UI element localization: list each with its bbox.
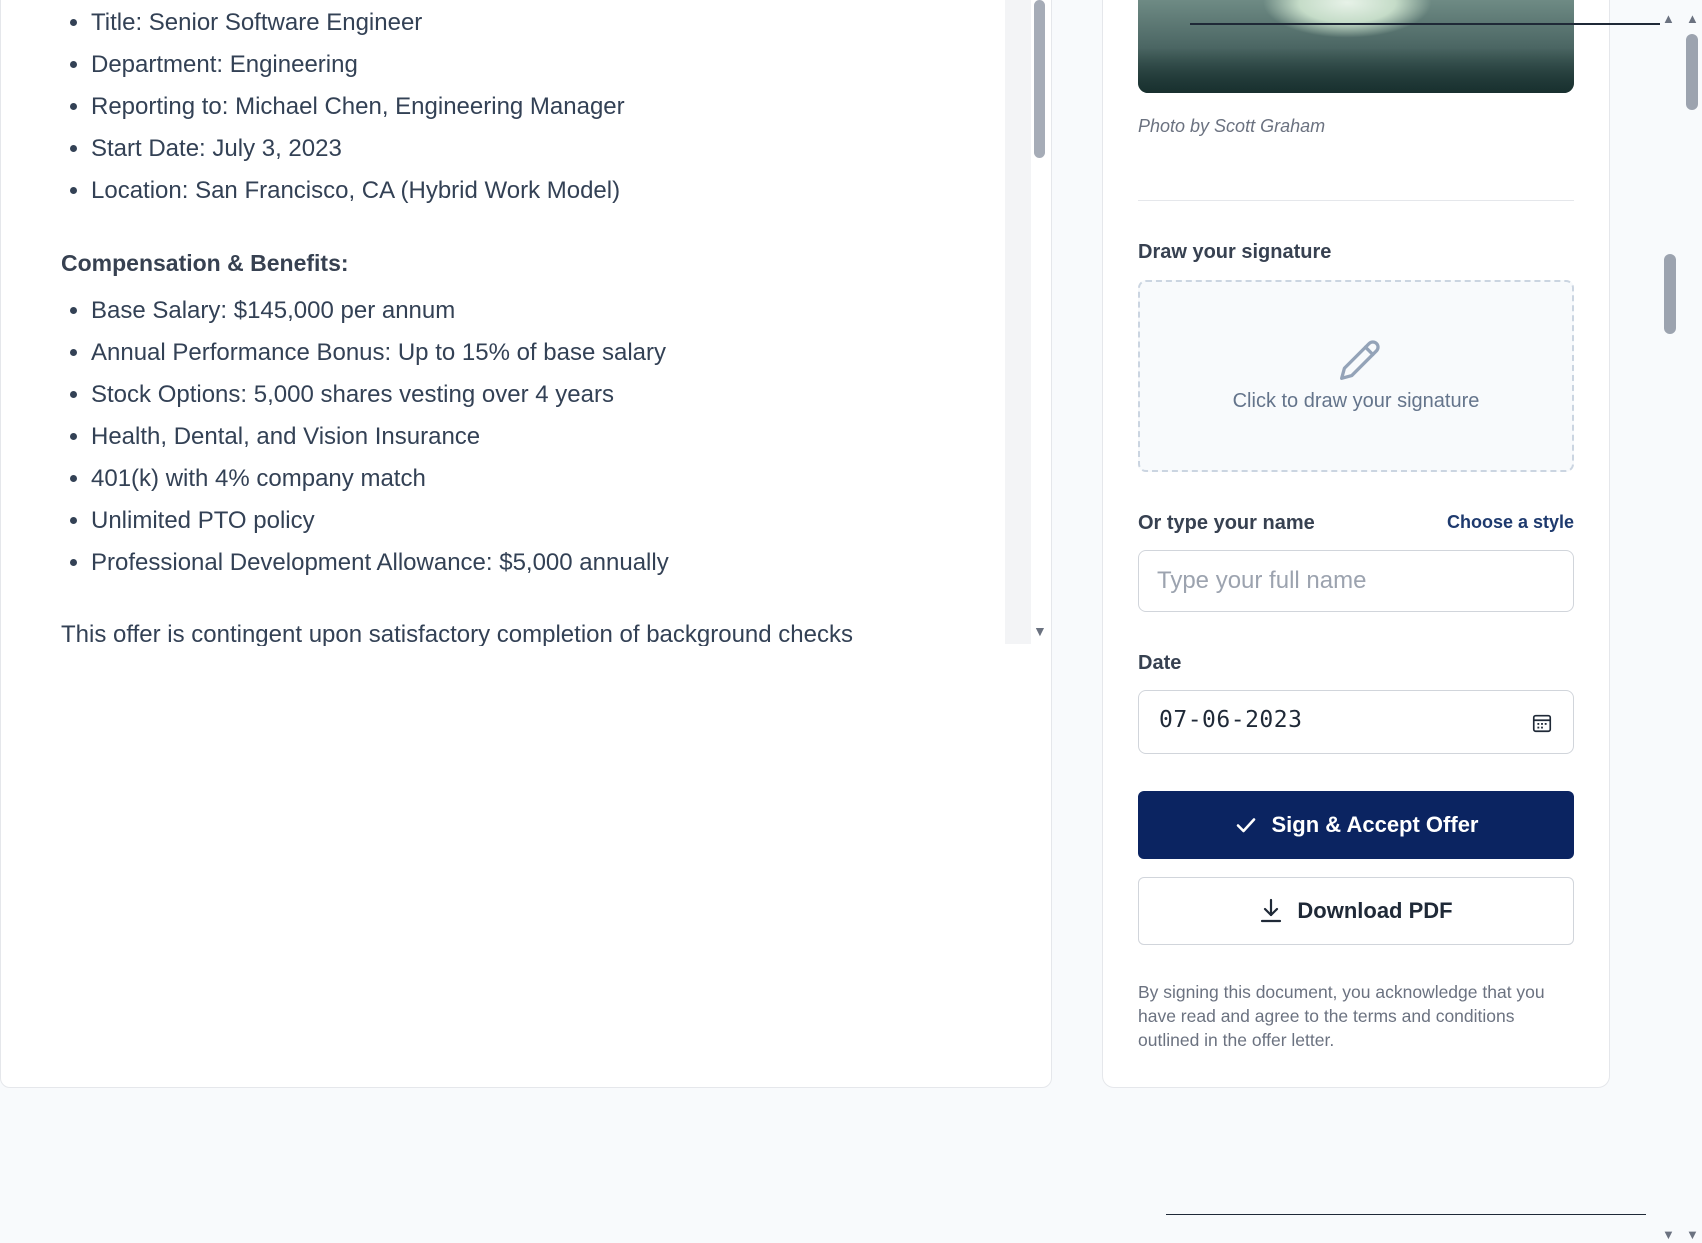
page-scroll-down-icon[interactable]: ▼ — [1686, 1228, 1699, 1241]
photo-credit: Photo by Scott Graham — [1138, 116, 1326, 136]
panel-scroll-down-icon[interactable]: ▼ — [1662, 1228, 1675, 1241]
page-scroll-up-icon[interactable]: ▲ — [1686, 12, 1699, 25]
date-label: Date — [1138, 652, 1182, 674]
position-item: Location: San Francisco, CA (Hybrid Work… — [91, 170, 981, 212]
draw-signature-label: Draw your signature — [1138, 241, 1332, 263]
top-rule — [1190, 23, 1660, 25]
compensation-item: Annual Performance Bonus: Up to 15% of b… — [91, 332, 981, 374]
type-name-label: Or type your name — [1138, 512, 1315, 534]
position-item: Department: Engineering — [91, 44, 981, 86]
compensation-list: Base Salary: $145,000 per annum Annual P… — [61, 290, 981, 584]
date-value: 07-06-2023 — [1159, 707, 1303, 733]
signature-pad[interactable]: Click to draw your signature — [1138, 280, 1574, 472]
offer-letter-viewer[interactable]: Title: Senior Software Engineer Departme… — [12, 0, 1018, 646]
compensation-item: Health, Dental, and Vision Insurance — [91, 416, 981, 458]
position-item: Reporting to: Michael Chen, Engineering … — [91, 86, 981, 128]
choose-style-link[interactable]: Choose a style — [1447, 512, 1574, 533]
position-item: Start Date: July 3, 2023 — [91, 128, 981, 170]
legal-acknowledgement: By signing this document, you acknowledg… — [1138, 982, 1545, 1050]
download-icon — [1261, 898, 1282, 923]
compensation-heading: Compensation & Benefits: — [61, 250, 349, 276]
position-item: Title: Senior Software Engineer — [91, 2, 981, 44]
photo-shade — [1138, 48, 1574, 93]
sign-accept-button[interactable]: Sign & Accept Offer — [1138, 791, 1574, 859]
signature-pad-prompt: Click to draw your signature — [1232, 390, 1480, 412]
sign-accept-label: Sign & Accept Offer — [1271, 812, 1479, 837]
panel-scroll-up-icon[interactable]: ▲ — [1662, 12, 1675, 25]
calendar-icon[interactable] — [1531, 712, 1553, 734]
date-field[interactable]: 07-06-2023 — [1138, 690, 1574, 754]
document-scrollbar-thumb[interactable] — [1034, 0, 1045, 158]
document-scroll-track[interactable] — [1005, 0, 1031, 644]
panel-scrollbar-thumb[interactable] — [1664, 254, 1676, 334]
download-pdf-button[interactable]: Download PDF — [1138, 877, 1574, 945]
compensation-item: Unlimited PTO policy — [91, 500, 981, 542]
compensation-item: Professional Development Allowance: $5,0… — [91, 542, 981, 584]
pencil-icon — [1340, 340, 1380, 380]
full-name-input[interactable] — [1138, 550, 1574, 612]
download-pdf-label: Download PDF — [1297, 898, 1453, 923]
panel-divider — [1138, 200, 1574, 201]
offer-letter-content: Title: Senior Software Engineer Departme… — [61, 2, 981, 646]
compensation-item: Base Salary: $145,000 per annum — [91, 290, 981, 332]
document-scroll-down-icon[interactable]: ▼ — [1033, 624, 1047, 638]
contingency-paragraph: This offer is contingent upon satisfacto… — [61, 621, 853, 646]
check-icon — [1236, 818, 1255, 833]
compensation-item: 401(k) with 4% company match — [91, 458, 981, 500]
compensation-item: Stock Options: 5,000 shares vesting over… — [91, 374, 981, 416]
header-photo — [1138, 0, 1574, 93]
position-details-list: Title: Senior Software Engineer Departme… — [61, 2, 981, 212]
bottom-rule — [1166, 1214, 1646, 1215]
page-scrollbar-thumb[interactable] — [1686, 34, 1698, 110]
